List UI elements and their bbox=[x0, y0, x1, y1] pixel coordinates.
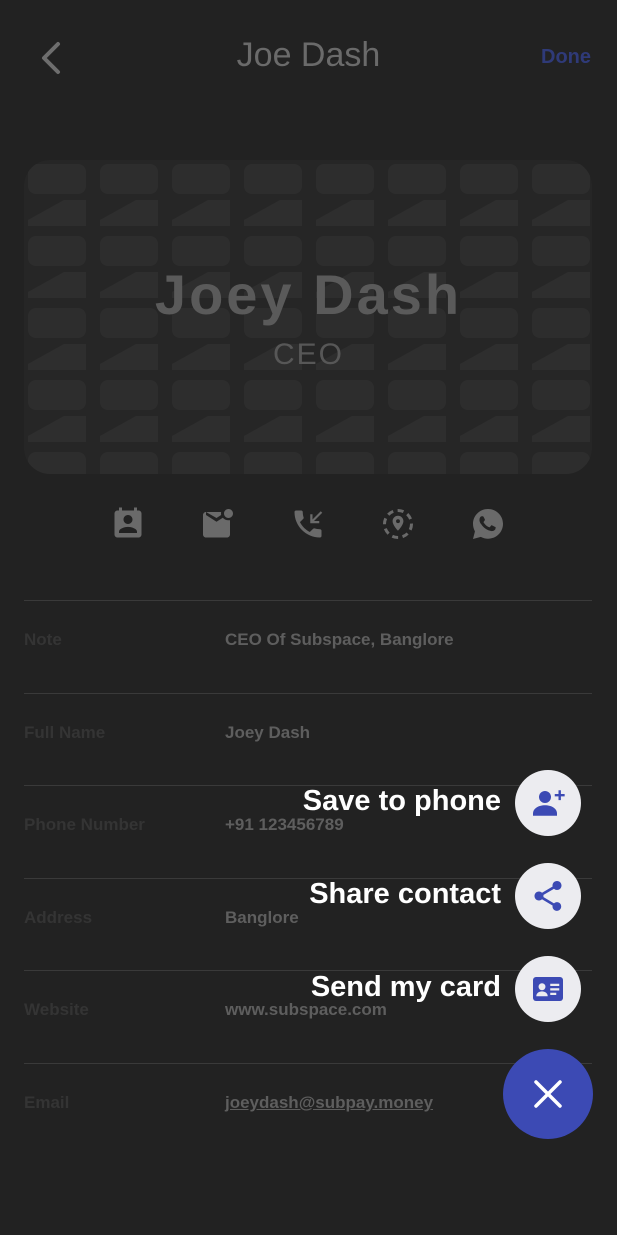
contact-card-button[interactable] bbox=[110, 506, 146, 542]
divider bbox=[24, 878, 592, 879]
email-button[interactable] bbox=[200, 506, 236, 542]
close-speed-dial-button[interactable] bbox=[503, 1049, 593, 1139]
divider bbox=[24, 970, 592, 971]
send-my-card-button[interactable] bbox=[515, 956, 581, 1022]
save-to-phone-label[interactable]: Save to phone bbox=[303, 785, 501, 818]
phone-number-label: Phone Number bbox=[24, 815, 145, 834]
card-role: CEO bbox=[272, 338, 344, 371]
whatsapp-icon bbox=[473, 509, 503, 539]
contact-card-icon bbox=[114, 507, 142, 538]
location-button[interactable] bbox=[380, 506, 416, 542]
card-name: Joey Dash bbox=[154, 263, 463, 326]
done-button[interactable]: Done bbox=[541, 46, 591, 69]
full-name-value: Joey Dash bbox=[225, 723, 311, 742]
phone-callback-icon bbox=[294, 510, 323, 538]
divider bbox=[24, 1063, 592, 1064]
mail-notification-icon bbox=[203, 509, 233, 538]
location-icon bbox=[383, 509, 413, 539]
call-button[interactable] bbox=[290, 506, 326, 542]
divider bbox=[24, 693, 592, 694]
add-person-icon bbox=[533, 790, 565, 816]
share-icon bbox=[534, 881, 562, 911]
whatsapp-button[interactable] bbox=[470, 506, 506, 542]
address-label: Address bbox=[24, 908, 93, 927]
contact-detail-screen: Joe Dash Done Joey Dash CEO Note CEO Of … bbox=[0, 0, 617, 1235]
share-contact-label[interactable]: Share contact bbox=[309, 878, 501, 911]
divider bbox=[24, 600, 592, 601]
note-value: CEO Of Subspace, Banglore bbox=[225, 630, 454, 649]
close-icon bbox=[534, 1080, 562, 1108]
email-value[interactable]: joeydash@subpay.money bbox=[225, 1093, 433, 1113]
email-label: Email bbox=[24, 1093, 70, 1112]
send-my-card-label[interactable]: Send my card bbox=[311, 971, 501, 1004]
phone-number-value[interactable]: +91 123456789 bbox=[225, 815, 344, 835]
address-value: Banglore bbox=[225, 908, 299, 927]
website-label: Website bbox=[24, 1000, 89, 1019]
note-label: Note bbox=[24, 630, 62, 649]
page-title: Joe Dash bbox=[236, 36, 381, 74]
share-contact-button[interactable] bbox=[515, 863, 581, 929]
full-name-label: Full Name bbox=[24, 723, 106, 742]
save-to-phone-button[interactable] bbox=[515, 770, 581, 836]
id-card-icon bbox=[533, 977, 563, 1001]
